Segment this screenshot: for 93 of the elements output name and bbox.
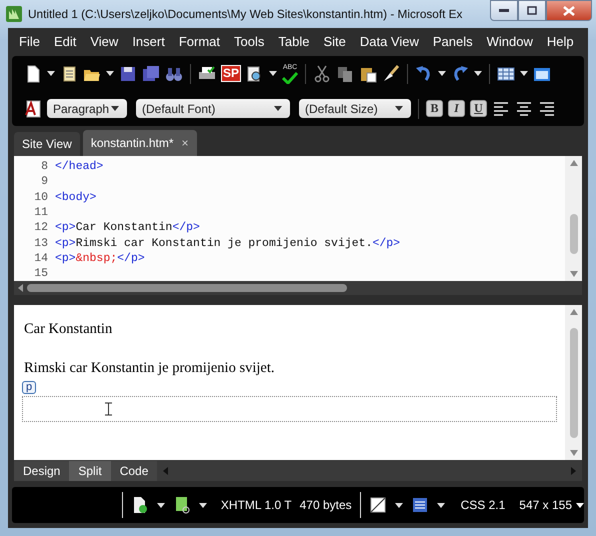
- minimize-button[interactable]: [490, 0, 518, 21]
- caret-icon[interactable]: [274, 106, 282, 111]
- menu-item[interactable]: Panels: [426, 32, 480, 50]
- horizontal-scrollbar[interactable]: [14, 281, 582, 295]
- menu-item[interactable]: Tools: [227, 32, 272, 50]
- line-number: 14: [33, 252, 49, 265]
- visual-aids-icon[interactable]: [368, 496, 387, 514]
- vertical-scrollbar[interactable]: [565, 156, 582, 281]
- document-tab[interactable]: Site View: [14, 132, 80, 156]
- caret-icon[interactable]: [520, 71, 528, 76]
- copy-icon[interactable]: [336, 64, 354, 82]
- scroll-thumb[interactable]: [27, 284, 347, 292]
- menu-item[interactable]: Site: [316, 32, 353, 50]
- menu-item[interactable]: File: [12, 32, 47, 50]
- scroll-left-icon[interactable]: [18, 284, 23, 292]
- align-center-icon[interactable]: [515, 100, 533, 118]
- sharepoint-logo[interactable]: SP: [221, 65, 242, 82]
- line-number: 12: [33, 221, 49, 234]
- align-left-icon[interactable]: [492, 100, 510, 118]
- scissors-icon[interactable]: [313, 64, 332, 82]
- file-size-label: 470 bytes: [300, 498, 352, 512]
- menu-item[interactable]: View: [83, 32, 126, 50]
- window-title: Untitled 1 (C:\Users\zeljko\Documents\My Web Sites\konstantin.htm) - Microsoft Ex: [28, 7, 464, 21]
- design-paragraph: Car Konstantin: [24, 321, 114, 338]
- caret-icon[interactable]: [395, 106, 403, 111]
- save-all-icon[interactable]: [142, 64, 160, 82]
- design-paragraph: Rimski car Konstantin je promijenio svijet.: [24, 360, 276, 377]
- menu-item[interactable]: Data View: [352, 32, 426, 50]
- style-sheet-icon[interactable]: [410, 496, 429, 514]
- menu-item[interactable]: Help: [540, 32, 581, 50]
- line-number: 8: [40, 160, 49, 174]
- underline-button[interactable]: U: [470, 100, 487, 117]
- close-icon: [563, 6, 575, 16]
- caret-icon[interactable]: [198, 502, 207, 508]
- redo-icon[interactable]: [451, 64, 470, 82]
- caret-icon[interactable]: [111, 106, 119, 111]
- bold-button[interactable]: B: [426, 100, 443, 117]
- css-version-label: CSS 2.1: [460, 498, 506, 512]
- paragraph-dropdown[interactable]: Paragraph: [47, 99, 127, 118]
- caret-icon[interactable]: [269, 71, 278, 76]
- line-number: 13: [33, 236, 49, 250]
- caret-icon[interactable]: [156, 502, 165, 508]
- line-number: 9: [40, 175, 49, 188]
- close-button[interactable]: [546, 0, 592, 21]
- table-icon[interactable]: [497, 64, 516, 82]
- caret-icon[interactable]: [474, 71, 482, 76]
- font-dropdown[interactable]: (Default Font): [136, 99, 290, 118]
- caret-icon[interactable]: [394, 502, 403, 508]
- caret-icon[interactable]: [47, 71, 55, 76]
- app-icon: [6, 6, 22, 22]
- view-tab[interactable]: Split: [69, 460, 111, 480]
- caret-icon[interactable]: [438, 71, 446, 76]
- tag-label: p: [22, 381, 36, 394]
- brush-icon[interactable]: [382, 64, 400, 82]
- maximize-icon: [527, 6, 537, 15]
- menu-item[interactable]: Window: [480, 32, 540, 50]
- view-tab[interactable]: Design: [14, 460, 70, 480]
- menu-item[interactable]: Insert: [125, 32, 172, 50]
- close-tab-button[interactable]: ×: [182, 136, 189, 150]
- view-tab[interactable]: Code: [110, 460, 158, 480]
- menu-item[interactable]: Format: [172, 32, 227, 50]
- menu-item[interactable]: Table: [271, 32, 316, 50]
- maximize-button[interactable]: [518, 0, 546, 21]
- line-number: 15: [33, 267, 49, 280]
- code-line: <p>&nbsp;</p>: [55, 252, 145, 265]
- minimize-icon: [499, 8, 509, 12]
- page-dimensions-dropdown[interactable]: 547 x 155: [519, 498, 584, 512]
- scroll-thumb[interactable]: [570, 214, 578, 254]
- menu-item[interactable]: Edit: [46, 32, 84, 50]
- code-line: </head>: [55, 160, 104, 174]
- scroll-down-icon[interactable]: [570, 450, 578, 456]
- save-icon[interactable]: [119, 64, 137, 82]
- scroll-thumb[interactable]: [570, 328, 578, 438]
- caret-icon[interactable]: [436, 502, 445, 508]
- code-line: <p>Rimski car Konstantin je promijenio svijet.</p>: [55, 236, 400, 250]
- scroll-up-icon[interactable]: [570, 160, 578, 166]
- document-tab[interactable]: konstantin.htm* ×: [82, 130, 197, 156]
- line-number: 10: [33, 190, 49, 204]
- caret-icon[interactable]: [106, 71, 114, 76]
- text-cursor-icon: [105, 402, 112, 416]
- scroll-up-icon[interactable]: [570, 309, 578, 315]
- doctype-label: XHTML 1.0 T: [220, 498, 292, 512]
- caret-icon: [576, 502, 584, 508]
- style-icon[interactable]: [24, 100, 42, 118]
- code-line: <body>: [55, 190, 96, 204]
- italic-button[interactable]: I: [448, 100, 465, 117]
- align-right-icon[interactable]: [538, 100, 556, 118]
- scroll-down-icon[interactable]: [570, 271, 578, 277]
- vertical-scrollbar[interactable]: [565, 305, 582, 460]
- code-line: <p>Car Konstantin</p>: [55, 221, 200, 234]
- line-number: 11: [33, 206, 49, 220]
- size-dropdown[interactable]: (Default Size): [299, 99, 411, 118]
- empty-paragraph-box[interactable]: [22, 396, 557, 422]
